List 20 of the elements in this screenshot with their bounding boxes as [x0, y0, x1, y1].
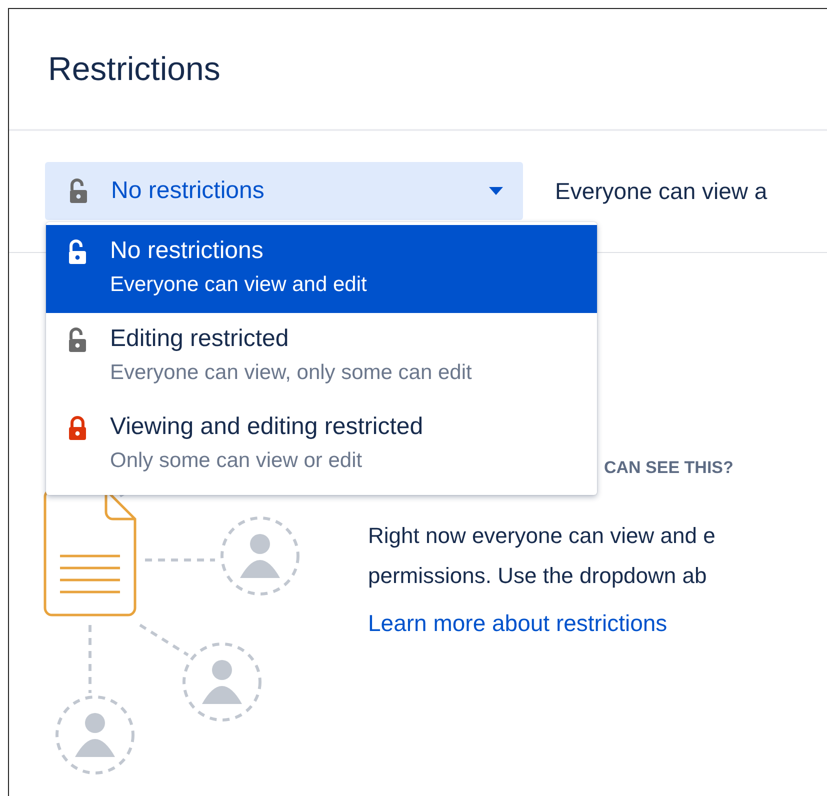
option-label: Viewing and editing restricted	[110, 413, 424, 441]
restriction-description: Everyone can view a	[555, 178, 768, 204]
option-label: Editing restricted	[110, 325, 290, 353]
option-description: Only some can view or edit	[110, 449, 364, 473]
page-title: Restrictions	[48, 50, 220, 88]
section-heading: CAN SEE THIS?	[603, 458, 734, 479]
padlock-icon	[66, 239, 88, 265]
info-text: Right now everyone can view and e permissions. Use the dropdown ab	[368, 522, 716, 590]
menu-option[interactable]: Editing restricted Everyone can view, only some can edit	[46, 313, 597, 401]
learn-more-link[interactable]: Learn more about restrictions	[368, 610, 668, 637]
restrictions-dropdown[interactable]: No restrictions	[45, 162, 523, 220]
menu-option[interactable]: Viewing and editing restricted Only some can view or edit	[46, 401, 597, 489]
menu-option[interactable]: No restrictions Everyone can view and edit	[46, 225, 597, 313]
padlock-icon	[67, 178, 89, 204]
option-description: Everyone can view, only some can edit	[110, 361, 472, 385]
caret-icon	[489, 187, 503, 195]
padlock-icon	[66, 415, 88, 441]
padlock-icon	[66, 327, 88, 353]
option-description: Everyone can view and edit	[110, 273, 367, 297]
option-label: No restrictions	[110, 237, 264, 265]
